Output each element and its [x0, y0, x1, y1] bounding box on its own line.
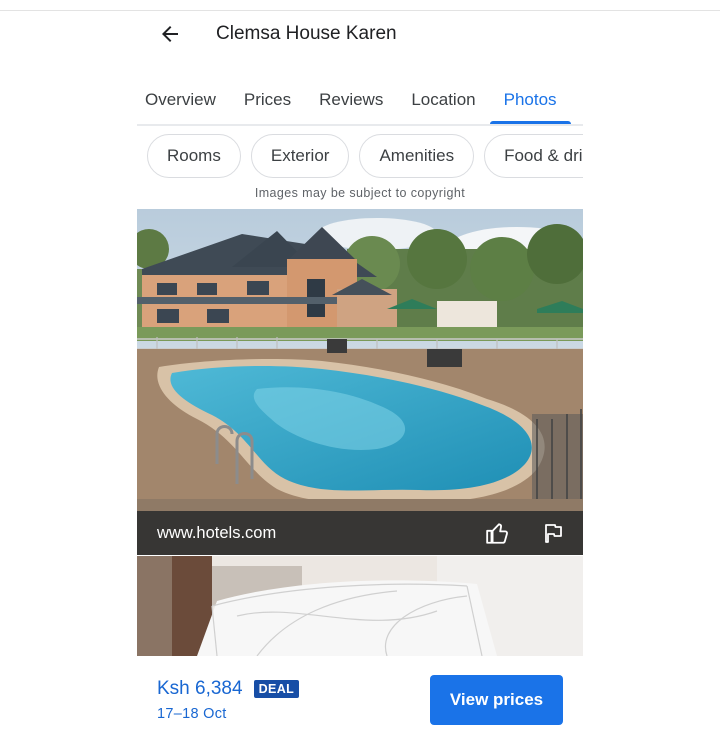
hotel-photo-room[interactable]: [137, 556, 583, 656]
photo-credit-bar: www.hotels.com: [137, 511, 583, 555]
tab-bar-divider: [137, 124, 583, 126]
back-button[interactable]: [150, 14, 190, 54]
stay-dates: 17–18 Oct: [157, 706, 227, 722]
deal-badge: DEAL: [253, 680, 300, 698]
thumbs-up-icon[interactable]: [485, 520, 511, 546]
tab-photos[interactable]: Photos: [489, 80, 571, 124]
photo-source: www.hotels.com: [157, 523, 277, 542]
tab-location[interactable]: Location: [397, 80, 489, 120]
chip-rooms[interactable]: Rooms: [147, 134, 241, 178]
top-divider: [0, 10, 720, 11]
tab-bar: Overview Prices Reviews Location Photos: [137, 80, 583, 126]
copyright-notice: Images may be subject to copyright: [254, 186, 466, 200]
page-title: Clemsa House Karen: [216, 23, 397, 44]
arrow-left-icon: [162, 26, 178, 42]
tab-overview[interactable]: Overview: [137, 80, 230, 120]
price-text: Ksh 6,384: [157, 678, 243, 699]
flag-icon[interactable]: [541, 521, 565, 545]
booking-bar: Ksh 6,384 DEAL 17–18 Oct View prices: [137, 656, 583, 746]
view-prices-button[interactable]: View prices: [430, 675, 563, 725]
header: Clemsa House Karen: [150, 14, 397, 54]
room-bed-image: [137, 556, 583, 656]
chip-exterior[interactable]: Exterior: [250, 134, 350, 178]
tab-prices[interactable]: Prices: [230, 80, 305, 120]
photo-category-chips: Rooms Exterior Amenities Food & drink: [137, 134, 583, 182]
pool-exterior-image: [137, 209, 583, 555]
tab-reviews[interactable]: Reviews: [305, 80, 397, 120]
chip-food-drink[interactable]: Food & drink: [484, 134, 583, 178]
chip-amenities[interactable]: Amenities: [359, 134, 475, 178]
hotel-photo-pool[interactable]: www.hotels.com: [137, 209, 583, 555]
price-row: Ksh 6,384 DEAL: [157, 678, 300, 700]
